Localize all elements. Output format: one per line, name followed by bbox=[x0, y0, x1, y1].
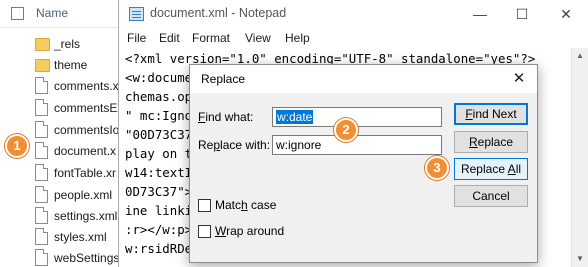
step-badge-2: 2 bbox=[334, 118, 358, 142]
cancel-button[interactable]: Cancel bbox=[454, 185, 528, 207]
replace-dialog: Replace ✕ Find what: w:date Replace with… bbox=[189, 64, 538, 263]
scroll-down-icon[interactable]: ▼ bbox=[572, 251, 588, 267]
scroll-up-icon[interactable]: ▲ bbox=[572, 48, 588, 64]
dialog-close-icon[interactable]: ✕ bbox=[507, 68, 531, 90]
dialog-title-bar[interactable]: Replace ✕ bbox=[190, 65, 537, 93]
wrap-around-box[interactable] bbox=[198, 225, 211, 238]
list-item-comments[interactable]: comments.x bbox=[0, 74, 122, 98]
list-item-label: commentsIo bbox=[54, 123, 120, 137]
file-icon bbox=[35, 142, 48, 159]
list-item-label: comments.x bbox=[54, 79, 119, 93]
find-what-value: w:date bbox=[276, 110, 314, 124]
maximize-button[interactable]: ☐ bbox=[507, 4, 537, 24]
list-item-label: settings.xml bbox=[54, 209, 118, 223]
window-title: document.xml - Notepad bbox=[150, 6, 287, 20]
replace-button[interactable]: Replace bbox=[454, 131, 528, 153]
replace-with-value: w:ignore bbox=[276, 138, 322, 152]
step-badge-3: 3 bbox=[425, 156, 449, 180]
explorer-column-header: Name bbox=[0, 0, 122, 28]
find-what-label: Find what: bbox=[198, 110, 254, 124]
menu-edit[interactable]: Edit bbox=[159, 31, 180, 45]
list-item-websettings[interactable]: webSettings bbox=[0, 246, 122, 267]
list-item-commentsex[interactable]: commentsEx bbox=[0, 96, 124, 120]
list-item-fonttable[interactable]: fontTable.xr bbox=[0, 161, 122, 185]
menu-bar: File Edit Format View Help bbox=[119, 28, 588, 48]
list-item-label: commentsEx bbox=[54, 101, 124, 115]
menu-file[interactable]: File bbox=[127, 31, 146, 45]
list-item-label: people.xml bbox=[54, 188, 113, 202]
notepad-title-bar[interactable]: document.xml - Notepad — ☐ ✕ bbox=[119, 0, 588, 28]
list-item-label: webSettings bbox=[54, 251, 120, 265]
folder-icon bbox=[35, 59, 50, 72]
match-case-label: Match case bbox=[215, 198, 277, 212]
dialog-title: Replace bbox=[201, 72, 246, 86]
folder-icon bbox=[35, 38, 50, 51]
select-all-checkbox[interactable] bbox=[11, 7, 24, 20]
name-column-header[interactable]: Name bbox=[36, 6, 68, 20]
replace-with-label: Replace with: bbox=[198, 138, 271, 152]
find-what-input[interactable]: w:date bbox=[272, 107, 442, 127]
file-icon bbox=[35, 77, 48, 94]
find-next-button[interactable]: Find Next bbox=[454, 103, 528, 125]
list-item-label: fontTable.xr bbox=[54, 166, 117, 180]
file-icon bbox=[35, 164, 48, 181]
file-icon bbox=[35, 99, 48, 116]
file-icon bbox=[35, 249, 48, 266]
menu-view[interactable]: View bbox=[245, 31, 271, 45]
file-icon bbox=[35, 186, 48, 203]
wrap-around-label: Wrap around bbox=[215, 224, 285, 238]
menu-help[interactable]: Help bbox=[285, 31, 310, 45]
step-badge-1: 1 bbox=[5, 134, 29, 158]
vertical-scrollbar[interactable]: ▲ ▼ bbox=[571, 48, 588, 267]
list-item-label: document.x bbox=[54, 144, 117, 158]
menu-format[interactable]: Format bbox=[192, 31, 230, 45]
replace-all-button[interactable]: Replace All bbox=[454, 158, 528, 180]
match-case-box[interactable] bbox=[198, 199, 211, 212]
file-icon bbox=[35, 121, 48, 138]
close-button[interactable]: ✕ bbox=[551, 4, 581, 24]
list-item-label: theme bbox=[54, 58, 88, 72]
file-icon bbox=[35, 207, 48, 224]
list-item-label: _rels bbox=[54, 37, 81, 51]
notepad-icon bbox=[129, 7, 144, 21]
replace-with-input[interactable]: w:ignore bbox=[272, 135, 442, 155]
file-icon bbox=[35, 228, 48, 245]
list-item-label: styles.xml bbox=[54, 230, 107, 244]
minimize-button[interactable]: — bbox=[465, 4, 495, 24]
